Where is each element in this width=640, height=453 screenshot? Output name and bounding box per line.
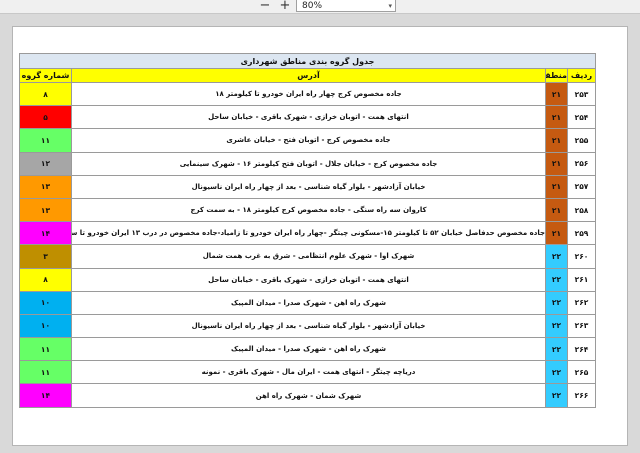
row-number-cell: ۲۵۳ xyxy=(567,81,596,107)
address-cell: خیابان آزادشهر - بلوار گیاه شناسی - بعد … xyxy=(71,313,546,339)
table-title: جدول گروه بندی مناطق شهرداری xyxy=(19,53,596,69)
group-cell: ۵ xyxy=(19,105,72,130)
address-cell: انتهای همت - اتوبان خرازی - شهرک باقری -… xyxy=(71,105,546,130)
group-cell: ۱۴ xyxy=(19,383,72,408)
region-cell: ۲۲ xyxy=(545,360,568,385)
group-cell: ۱۰ xyxy=(19,290,72,315)
chevron-down-icon: ▾ xyxy=(388,2,392,10)
region-cell: ۲۱ xyxy=(545,128,568,153)
group-cell: ۱۳ xyxy=(19,174,72,199)
region-cell: ۲۲ xyxy=(545,313,568,339)
table-row: ۲۶۰ ۲۲ شهرک اوا - شهرک علوم انتظامی - شرق … xyxy=(19,244,596,269)
address-cell: کاروان سه راه سنگی - جاده مخصوص کرج کیلو… xyxy=(71,197,546,223)
row-number-cell: ۲۶۶ xyxy=(567,383,596,408)
zoom-select[interactable]: 80% ▾ xyxy=(296,0,396,12)
row-number-cell: ۲۵۴ xyxy=(567,105,596,130)
group-cell: ۱۴ xyxy=(19,221,72,246)
table-row: ۲۵۷ ۲۱ خیابان آزادشهر - بلوار گیاه شناسی -… xyxy=(19,174,596,199)
region-cell: ۲۲ xyxy=(545,383,568,408)
row-number-cell: ۲۶۵ xyxy=(567,360,596,385)
table-row: ۲۶۶ ۲۲ شهرک شمان - شهرک راه اهن ۱۴ xyxy=(19,383,596,408)
header-region: منطقه xyxy=(545,68,568,83)
region-cell: ۲۱ xyxy=(545,197,568,223)
group-cell: ۸ xyxy=(19,81,72,107)
address-cell: شهرک راه اهن - شهرک صدرا - میدان المپیک xyxy=(71,337,546,362)
region-cell: ۲۲ xyxy=(545,267,568,292)
row-number-cell: ۲۵۶ xyxy=(567,151,596,176)
address-cell: جاده مخصوص کرج - خیابان جلال - اتوبان فت… xyxy=(71,151,546,176)
address-cell: دریاچه چیتگر - انتهای همت - ایران مال - … xyxy=(71,360,546,385)
address-cell: شهرک شمان - شهرک راه اهن xyxy=(71,383,546,408)
table-header-row: ردیف منطقه آدرس شماره گروه xyxy=(19,68,596,83)
group-cell: ۱۰ xyxy=(19,313,72,339)
row-number-cell: ۲۶۴ xyxy=(567,337,596,362)
table-row: ۲۵۶ ۲۱ جاده مخصوص کرج - خیابان جلال - اتوب… xyxy=(19,151,596,176)
region-cell: ۲۱ xyxy=(545,81,568,107)
group-cell: ۱۱ xyxy=(19,337,72,362)
zoom-value: 80% xyxy=(302,1,323,11)
address-cell: جاده مخصوص کرج چهار راه ایران خودرو تا ک… xyxy=(71,81,546,107)
header-row-number: ردیف xyxy=(567,68,596,83)
header-address: آدرس xyxy=(71,68,546,83)
region-cell: ۲۲ xyxy=(545,244,568,269)
row-number-cell: ۲۵۸ xyxy=(567,197,596,223)
row-number-cell: ۲۶۱ xyxy=(567,267,596,292)
region-cell: ۲۱ xyxy=(545,151,568,176)
address-cell: انتهای همت - اتوبان خرازی - شهرک باقری -… xyxy=(71,267,546,292)
row-number-cell: ۲۶۳ xyxy=(567,313,596,339)
table-row: ۲۵۸ ۲۱ کاروان سه راه سنگی - جاده مخصوص کرج… xyxy=(19,197,596,223)
row-number-cell: ۲۶۲ xyxy=(567,290,596,315)
region-group-table: جدول گروه بندی مناطق شهرداری ردیف منطقه … xyxy=(19,53,596,408)
table-title-row: جدول گروه بندی مناطق شهرداری xyxy=(19,53,596,69)
table-row: ۲۶۱ ۲۲ انتهای همت - اتوبان خرازی - شهرک با… xyxy=(19,267,596,292)
region-cell: ۲۲ xyxy=(545,337,568,362)
row-number-cell: ۲۶۰ xyxy=(567,244,596,269)
row-number-cell: ۲۵۷ xyxy=(567,174,596,199)
row-number-cell: ۲۵۹ xyxy=(567,221,596,246)
region-cell: ۲۱ xyxy=(545,174,568,199)
table-row: ۲۵۵ ۲۱ جاده مخصوص کرج - اتوبان فتح - خیابا… xyxy=(19,128,596,153)
table-row: ۲۶۴ ۲۲ شهرک راه اهن - شهرک صدرا - میدان ال… xyxy=(19,337,596,362)
address-cell: جاده مخصوص حدفاصل خیابان ۵۲ تا کیلومتر ۱… xyxy=(71,221,546,246)
zoom-in-button[interactable]: + xyxy=(278,0,292,12)
row-number-cell: ۲۵۵ xyxy=(567,128,596,153)
table-row: ۲۵۴ ۲۱ انتهای همت - اتوبان خرازی - شهرک با… xyxy=(19,105,596,130)
address-cell: شهرک راه اهن - شهرک صدرا - میدان المپیک xyxy=(71,290,546,315)
group-cell: ۱۱ xyxy=(19,128,72,153)
table-row: ۲۵۳ ۲۱ جاده مخصوص کرج چهار راه ایران خودرو… xyxy=(19,81,596,107)
group-cell: ۱۳ xyxy=(19,197,72,223)
address-cell: شهرک اوا - شهرک علوم انتظامی - شرق به غر… xyxy=(71,244,546,269)
header-group: شماره گروه xyxy=(19,68,72,83)
table-row: ۲۵۹ ۲۱ جاده مخصوص حدفاصل خیابان ۵۲ تا کیلو… xyxy=(19,221,596,246)
zoom-out-button[interactable]: − xyxy=(258,0,272,12)
pdf-toolbar: − + 80% ▾ xyxy=(0,0,640,14)
region-cell: ۲۱ xyxy=(545,105,568,130)
table-row: ۲۶۵ ۲۲ دریاچه چیتگر - انتهای همت - ایران م… xyxy=(19,360,596,385)
address-cell: خیابان آزادشهر - بلوار گیاه شناسی - بعد … xyxy=(71,174,546,199)
address-cell: جاده مخصوص کرج - اتوبان فتح - خیابان عاش… xyxy=(71,128,546,153)
group-cell: ۱۱ xyxy=(19,360,72,385)
region-cell: ۲۱ xyxy=(545,221,568,246)
group-cell: ۱۲ xyxy=(19,151,72,176)
group-cell: ۳ xyxy=(19,244,72,269)
group-cell: ۸ xyxy=(19,267,72,292)
table-row: ۲۶۳ ۲۲ خیابان آزادشهر - بلوار گیاه شناسی -… xyxy=(19,313,596,339)
table-row: ۲۶۲ ۲۲ شهرک راه اهن - شهرک صدرا - میدان ال… xyxy=(19,290,596,315)
region-cell: ۲۲ xyxy=(545,290,568,315)
